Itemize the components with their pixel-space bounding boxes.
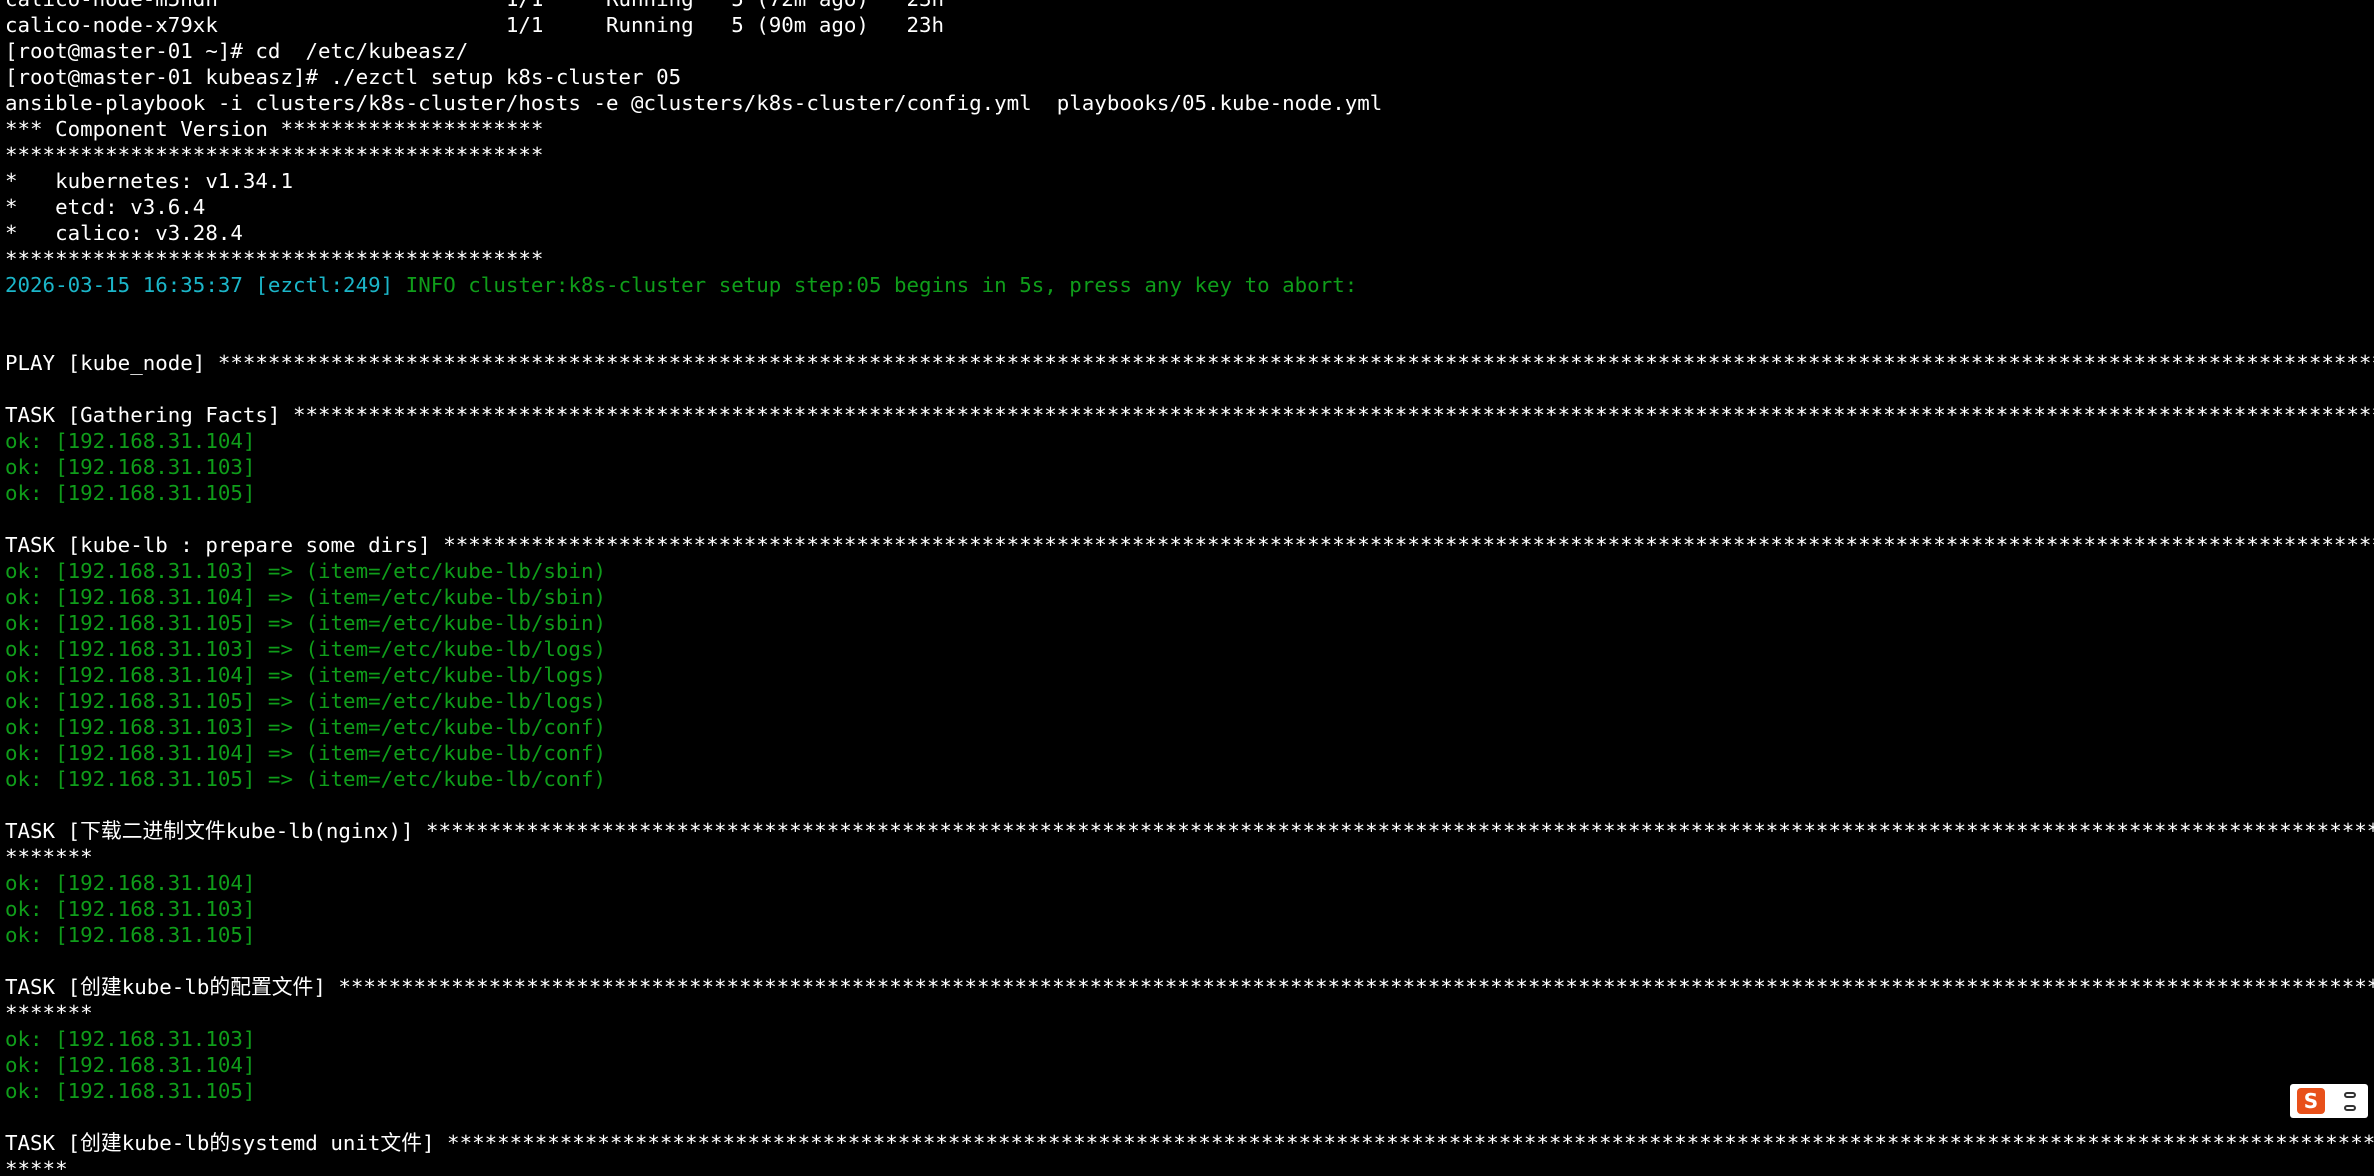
terminal-text: ok: [192.168.31.104] (5, 429, 256, 453)
terminal-text: ok: [192.168.31.103] => (item=/etc/kube-… (5, 715, 606, 739)
terminal-line: ok: [192.168.31.104] => (item=/etc/kube-… (5, 740, 2374, 766)
terminal-text: ok: [192.168.31.104] (5, 1053, 256, 1077)
terminal-line: * kubernetes: v1.34.1 (5, 168, 2374, 194)
terminal-line: ok: [192.168.31.104] (5, 870, 2374, 896)
terminal-text: * etcd: v3.6.4 (5, 195, 206, 219)
sogou-ime-icon[interactable]: S (2297, 1088, 2325, 1114)
terminal-line: TASK [下载二进制文件kube-lb(nginx)] ***********… (5, 818, 2374, 844)
terminal-line: calico-node-x79xk 1/1 Running 5 (90m ago… (5, 12, 2374, 38)
terminal-line: ***** (5, 1156, 2374, 1176)
terminal-text: ok: [192.168.31.104] => (item=/etc/kube-… (5, 663, 606, 687)
terminal-text: * kubernetes: v1.34.1 (5, 169, 293, 193)
terminal-text: ok: [192.168.31.105] (5, 923, 256, 947)
terminal-line: 2026-03-15 16:35:37 [ezctl:249] INFO clu… (5, 272, 2374, 298)
terminal-text: ok: [192.168.31.105] => (item=/etc/kube-… (5, 611, 606, 635)
terminal-line: ok: [192.168.31.104] (5, 1052, 2374, 1078)
terminal-text: [root@master-01 ~]# cd /etc/kubeasz/ (5, 39, 469, 63)
terminal-text: ******* (5, 845, 93, 869)
terminal-text: ok: [192.168.31.103] (5, 897, 256, 921)
terminal-line: ok: [192.168.31.103] => (item=/etc/kube-… (5, 714, 2374, 740)
terminal-text: ****************************************… (5, 247, 544, 271)
terminal-line: * etcd: v3.6.4 (5, 194, 2374, 220)
terminal-text: ******* (5, 1001, 93, 1025)
terminal-line: ok: [192.168.31.104] => (item=/etc/kube-… (5, 584, 2374, 610)
terminal-line: ok: [192.168.31.105] => (item=/etc/kube-… (5, 766, 2374, 792)
terminal-text: *** Component Version ******************… (5, 117, 544, 141)
terminal-text: PLAY [kube_node] ***********************… (5, 351, 2374, 375)
terminal-line: [root@master-01 kubeasz]# ./ezctl setup … (5, 64, 2374, 90)
terminal-text: ok: [192.168.31.105] => (item=/etc/kube-… (5, 767, 606, 791)
terminal-line: ok: [192.168.31.103] => (item=/etc/kube-… (5, 558, 2374, 584)
terminal-text: ****************************************… (5, 143, 544, 167)
terminal-line: [root@master-01 ~]# cd /etc/kubeasz/ (5, 38, 2374, 64)
terminal-text: ok: [192.168.31.103] (5, 455, 256, 479)
terminal-text: ok: [192.168.31.105] (5, 1079, 256, 1103)
terminal-text: ok: [192.168.31.105] => (item=/etc/kube-… (5, 689, 606, 713)
terminal-text: TASK [创建kube-lb的systemd unit文件] ********… (5, 1131, 2374, 1155)
terminal-text: INFO cluster:k8s-cluster setup step:05 b… (405, 273, 1358, 297)
terminal-line: * calico: v3.28.4 (5, 220, 2374, 246)
terminal-line: calico-node-m5hdh 1/1 Running 5 (72m ago… (5, 0, 2374, 12)
terminal-text: TASK [下载二进制文件kube-lb(nginx)] ***********… (5, 819, 2374, 843)
terminal-text: TASK [创建kube-lb的配置文件] ******************… (5, 975, 2374, 999)
terminal-line: ok: [192.168.31.105] (5, 480, 2374, 506)
terminal-text: ***** (5, 1157, 68, 1176)
terminal-text: ansible-playbook -i clusters/k8s-cluster… (5, 91, 1383, 115)
terminal-text: ok: [192.168.31.104] => (item=/etc/kube-… (5, 741, 606, 765)
terminal-output: calico-node-m5hdh 1/1 Running 5 (72m ago… (5, 0, 2374, 1176)
ime-toolbar[interactable]: S (2290, 1084, 2368, 1118)
terminal-line: PLAY [kube_node] ***********************… (5, 350, 2374, 376)
terminal-line: ******* (5, 1000, 2374, 1026)
terminal-window[interactable]: calico-node-m5hdh 1/1 Running 5 (72m ago… (0, 0, 2374, 1176)
ime-menu-icon[interactable] (2339, 1088, 2361, 1114)
terminal-line: ok: [192.168.31.103] (5, 896, 2374, 922)
terminal-line: TASK [kube-lb : prepare some dirs] *****… (5, 532, 2374, 558)
terminal-text: [root@master-01 kubeasz]# ./ezctl setup … (5, 65, 682, 89)
terminal-text: calico-node-x79xk 1/1 Running 5 (90m ago… (5, 13, 945, 37)
terminal-text: 2026-03-15 16:35:37 [ezctl:249] (5, 273, 406, 297)
terminal-text: ok: [192.168.31.104] => (item=/etc/kube-… (5, 585, 606, 609)
terminal-line: ok: [192.168.31.105] (5, 1078, 2374, 1104)
terminal-text: ok: [192.168.31.103] => (item=/etc/kube-… (5, 559, 606, 583)
terminal-line: ****************************************… (5, 246, 2374, 272)
terminal-line: ******* (5, 844, 2374, 870)
terminal-line: ok: [192.168.31.105] => (item=/etc/kube-… (5, 610, 2374, 636)
terminal-line: ok: [192.168.31.104] (5, 428, 2374, 454)
terminal-line: *** Component Version ******************… (5, 116, 2374, 142)
terminal-text: * calico: v3.28.4 (5, 221, 243, 245)
terminal-line: ok: [192.168.31.105] (5, 922, 2374, 948)
terminal-line: ok: [192.168.31.103] (5, 1026, 2374, 1052)
terminal-text: TASK [Gathering Facts] *****************… (5, 403, 2374, 427)
terminal-text: ok: [192.168.31.104] (5, 871, 256, 895)
terminal-text: ok: [192.168.31.105] (5, 481, 256, 505)
terminal-line: ok: [192.168.31.104] => (item=/etc/kube-… (5, 662, 2374, 688)
terminal-line: TASK [创建kube-lb的systemd unit文件] ********… (5, 1130, 2374, 1156)
terminal-line: ansible-playbook -i clusters/k8s-cluster… (5, 90, 2374, 116)
terminal-text: calico-node-m5hdh 1/1 Running 5 (72m ago… (5, 0, 944, 11)
terminal-line: ok: [192.168.31.103] => (item=/etc/kube-… (5, 636, 2374, 662)
terminal-line: TASK [创建kube-lb的配置文件] ******************… (5, 974, 2374, 1000)
terminal-text: ok: [192.168.31.103] (5, 1027, 256, 1051)
terminal-line: ****************************************… (5, 142, 2374, 168)
terminal-line: ok: [192.168.31.105] => (item=/etc/kube-… (5, 688, 2374, 714)
terminal-text: TASK [kube-lb : prepare some dirs] *****… (5, 533, 2374, 557)
terminal-line: TASK [Gathering Facts] *****************… (5, 402, 2374, 428)
terminal-text: ok: [192.168.31.103] => (item=/etc/kube-… (5, 637, 606, 661)
terminal-line: ok: [192.168.31.103] (5, 454, 2374, 480)
ime-menu-dot (2344, 1091, 2356, 1098)
ime-menu-dot (2344, 1104, 2356, 1111)
